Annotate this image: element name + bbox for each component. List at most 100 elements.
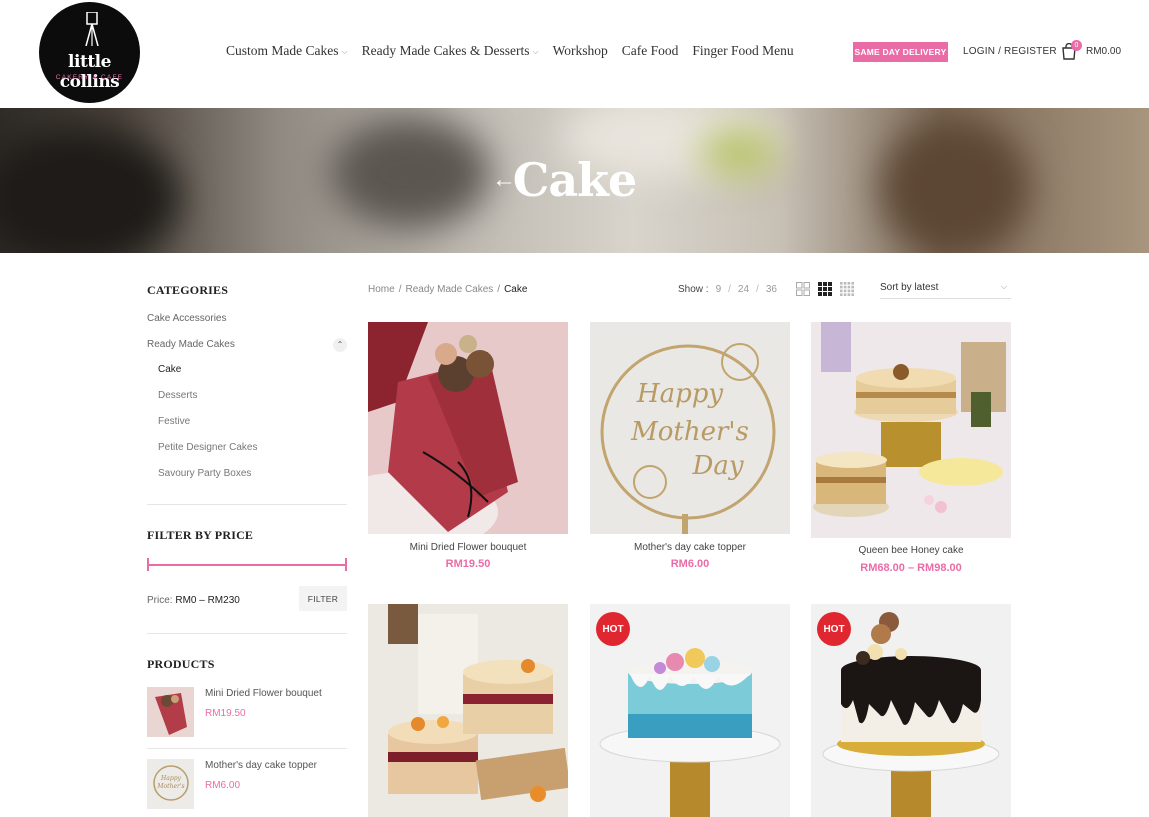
naked-cakes-image	[368, 604, 568, 817]
topper-text: Happy	[636, 379, 723, 409]
sidebar-product-name[interactable]: Mini Dried Flower bouquet	[205, 688, 322, 699]
product-card[interactable]: Happy Mother's Day Mother's day cake top…	[590, 322, 790, 572]
sidebar-product-thumb-bouquet[interactable]	[147, 687, 194, 737]
sidebar-product-price: RM19.50	[205, 708, 246, 719]
divider	[147, 748, 347, 749]
grid-3-icon[interactable]	[818, 282, 832, 296]
hot-badge: HOT	[596, 612, 630, 646]
chevron-down-icon: ⌵	[341, 47, 348, 56]
subcategory-festive[interactable]: Festive	[158, 416, 190, 427]
breadcrumb-home[interactable]: Home	[368, 284, 395, 295]
nav-cafe-food[interactable]: Cafe Food	[622, 43, 679, 59]
products-title: PRODUCTS	[147, 657, 215, 671]
price-slider-track[interactable]	[147, 564, 347, 566]
nav-label: Custom Made Cakes	[226, 43, 339, 58]
chevron-down-icon: ⌵	[532, 47, 539, 56]
topper-thumbnail-image: Happy Mother's	[147, 759, 194, 809]
nav-label: Ready Made Cakes & Desserts	[361, 43, 530, 58]
show-label: Show :	[678, 284, 709, 295]
product-image[interactable]	[811, 322, 1011, 538]
same-day-delivery-button[interactable]: SAME DAY DELIVERY	[853, 42, 948, 62]
price-slider-handle-min[interactable]	[147, 558, 149, 571]
cart-total: RM0.00	[1086, 46, 1122, 57]
show-option-9[interactable]: 9	[716, 284, 722, 295]
show-separator: /	[756, 284, 759, 295]
bouquet-image	[368, 322, 568, 534]
divider	[147, 633, 347, 634]
price-prefix: Price:	[147, 595, 173, 606]
login-register-link[interactable]: LOGIN / REGISTER	[963, 46, 1057, 57]
breadcrumb-ready-made-cakes[interactable]: Ready Made Cakes	[405, 284, 493, 295]
bouquet-thumbnail-image	[147, 687, 194, 737]
per-page-selector: Show : 9 / 24 / 36	[678, 284, 777, 295]
chevron-up-icon[interactable]: ⌃	[333, 338, 347, 352]
page-banner: ← Cake	[0, 108, 1149, 253]
sidebar-product-price: RM6.00	[205, 780, 241, 791]
whisk-logo-icon	[85, 12, 99, 46]
product-image[interactable]	[368, 322, 568, 534]
sidebar-product-thumb-topper[interactable]: Happy Mother's	[147, 759, 194, 809]
main-nav: Custom Made Cakes ⌵ Ready Made Cakes & D…	[226, 43, 794, 59]
nav-label: Workshop	[552, 43, 608, 58]
price-slider-handle-max[interactable]	[345, 558, 347, 571]
filter-by-price-title: FILTER BY PRICE	[147, 528, 254, 542]
price-range-value: RM0 – RM230	[175, 595, 240, 606]
product-name[interactable]: Mother's day cake topper	[590, 542, 790, 553]
categories-title: CATEGORIES	[147, 283, 229, 297]
product-card[interactable]	[368, 604, 568, 817]
category-cake-accessories[interactable]: Cake Accessories	[147, 313, 226, 324]
page-title: Cake	[512, 153, 638, 207]
topper-thumb-text: Happy	[160, 775, 181, 782]
product-price: RM68.00 – RM98.00	[860, 562, 962, 574]
show-separator: /	[728, 284, 731, 295]
product-card[interactable]: Queen bee Honey cake RM68.00 – RM98.00	[811, 322, 1011, 577]
product-price: RM6.00	[670, 558, 710, 570]
breadcrumb: Home / Ready Made Cakes / Cake	[368, 284, 527, 295]
product-image[interactable]	[368, 604, 568, 817]
sidebar-product-name[interactable]: Mother's day cake topper	[205, 760, 317, 771]
breadcrumb-separator: /	[398, 284, 402, 295]
nav-label: Finger Food Menu	[692, 43, 794, 58]
site-logo[interactable]: little collins CAKERY & CAFE	[39, 2, 140, 103]
nav-label: Cafe Food	[621, 43, 679, 58]
grid-view-switcher	[796, 282, 854, 296]
product-card[interactable]: HOT	[590, 604, 790, 817]
nav-workshop[interactable]: Workshop	[553, 43, 608, 59]
product-price: RM19.50	[445, 558, 491, 570]
logo-name: little collins	[59, 52, 120, 92]
honey-cake-image	[811, 322, 1011, 538]
topper-text: Mother's	[630, 417, 749, 447]
filter-button[interactable]: FILTER	[299, 586, 347, 611]
topper-thumb-text: Mother's	[156, 783, 184, 790]
logo-tagline: CAKERY & CAFE	[55, 74, 124, 81]
nav-custom-made-cakes[interactable]: Custom Made Cakes ⌵	[226, 43, 348, 59]
grid-4-icon[interactable]	[840, 282, 854, 296]
category-ready-made-cakes[interactable]: Ready Made Cakes	[147, 339, 235, 350]
nav-ready-made-cakes[interactable]: Ready Made Cakes & Desserts ⌵	[362, 43, 539, 59]
product-image[interactable]: Happy Mother's Day	[590, 322, 790, 534]
nav-finger-food-menu[interactable]: Finger Food Menu	[692, 43, 793, 59]
show-option-36[interactable]: 36	[766, 284, 777, 295]
product-card[interactable]: Mini Dried Flower bouquet RM19.50	[368, 322, 568, 572]
product-name[interactable]: Queen bee Honey cake	[811, 545, 1011, 556]
subcategory-cake[interactable]: Cake	[158, 364, 181, 375]
sort-select[interactable]: Sort by latest ⌵	[880, 282, 1011, 299]
topper-text: Day	[691, 451, 743, 481]
sort-selected-value: Sort by latest	[880, 282, 939, 293]
product-name[interactable]: Mini Dried Flower bouquet	[368, 542, 568, 553]
breadcrumb-current: Cake	[504, 284, 528, 295]
chevron-down-icon: ⌵	[1000, 282, 1007, 291]
subcategory-desserts[interactable]: Desserts	[158, 390, 197, 401]
grid-2-icon[interactable]	[796, 282, 810, 296]
show-option-24[interactable]: 24	[738, 284, 749, 295]
breadcrumb-separator: /	[497, 284, 501, 295]
cart-count-badge: 0	[1071, 40, 1082, 51]
price-range-label: Price: RM0 – RM230	[147, 595, 240, 606]
hot-badge: HOT	[817, 612, 851, 646]
subcategory-savoury-party-boxes[interactable]: Savoury Party Boxes	[158, 468, 251, 479]
cake-topper-image: Happy Mother's Day	[590, 322, 790, 534]
cart-button[interactable]: 0 RM0.00	[1061, 40, 1131, 63]
subcategory-petite-designer-cakes[interactable]: Petite Designer Cakes	[158, 442, 258, 453]
product-card[interactable]: HOT	[811, 604, 1011, 817]
site-header: little collins CAKERY & CAFE Custom Made…	[0, 0, 1149, 108]
